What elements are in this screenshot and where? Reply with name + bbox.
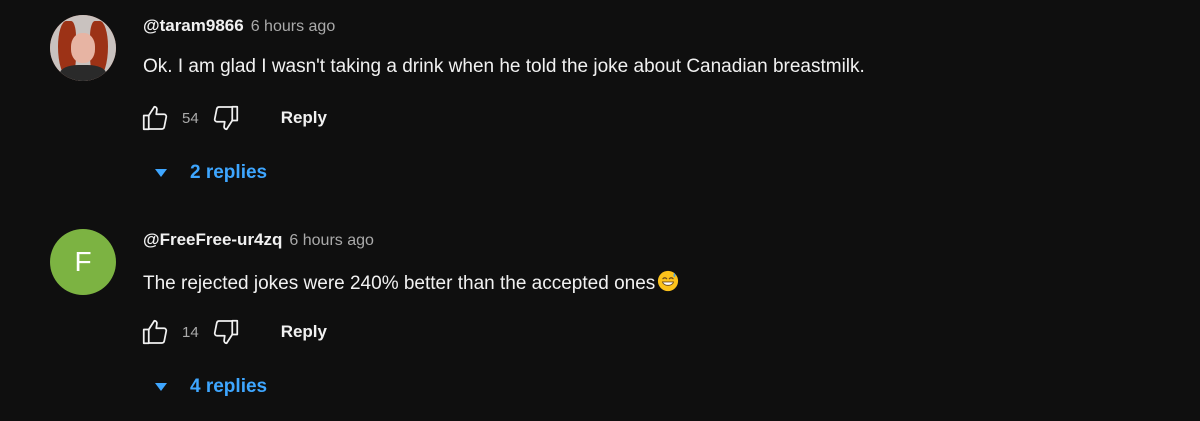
avatar-letter: F (74, 246, 92, 277)
comment-actions: 54 Reply (138, 100, 327, 136)
replies-count-label: 2 replies (190, 162, 268, 183)
avatar[interactable] (50, 15, 116, 81)
like-button[interactable] (138, 101, 172, 135)
comment-time[interactable]: 6 hours ago (289, 232, 374, 250)
dislike-icon (213, 105, 238, 131)
view-replies-button[interactable]: 4 replies (150, 372, 267, 402)
like-count: 14 (182, 323, 199, 341)
reply-button[interactable]: Reply (281, 108, 327, 128)
dislike-button[interactable] (209, 315, 243, 349)
like-count: 54 (182, 109, 199, 127)
comment-text-row: The rejected jokes were 240% better than… (143, 270, 679, 295)
comment-text: The rejected jokes were 240% better than… (143, 273, 656, 294)
caret-down-icon (150, 162, 172, 184)
avatar[interactable]: F (50, 229, 116, 295)
like-button[interactable] (138, 315, 172, 349)
dislike-icon (213, 319, 238, 345)
view-replies-button[interactable]: 2 replies (150, 158, 267, 188)
replies-count-label: 4 replies (190, 376, 268, 397)
comment-time[interactable]: 6 hours ago (251, 18, 336, 36)
like-icon (142, 105, 168, 131)
reply-button[interactable]: Reply (281, 322, 327, 342)
dislike-button[interactable] (209, 101, 243, 135)
author-handle[interactable]: @FreeFree-ur4zq (143, 230, 282, 250)
comment-header: @FreeFree-ur4zq 6 hours ago (143, 230, 374, 256)
caret-down-icon (150, 376, 172, 398)
comment-text: Ok. I am glad I wasn't taking a drink wh… (143, 56, 865, 77)
comment-actions: 14 Reply (138, 314, 327, 350)
like-icon (142, 319, 168, 345)
comment-header: @taram9866 6 hours ago (143, 16, 335, 42)
grinning-face-with-sweat-emoji (658, 270, 679, 292)
author-handle[interactable]: @taram9866 (143, 16, 244, 36)
